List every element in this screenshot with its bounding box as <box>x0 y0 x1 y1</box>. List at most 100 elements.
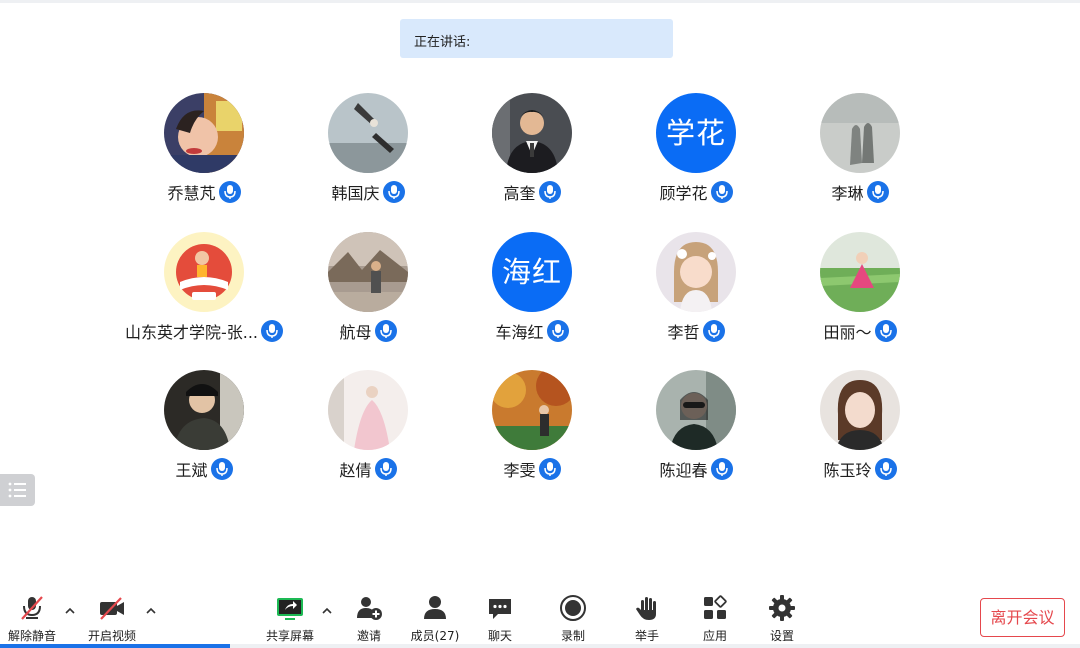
participant-tile[interactable]: 田丽～ <box>780 232 940 362</box>
mic-icon <box>702 320 725 342</box>
participant-avatar: 学花 <box>656 93 736 173</box>
record-button[interactable]: 录制 <box>541 594 605 643</box>
share-screen-label: 共享屏幕 <box>265 629 314 643</box>
participant-name-row: 陈玉玲 <box>780 457 940 481</box>
participant-name-row: 乔慧芃 <box>124 180 284 204</box>
participant-name-row: 陈迎春 <box>616 457 776 481</box>
add-user-icon <box>357 597 382 620</box>
share-screen-icon <box>277 598 303 620</box>
participant-avatar <box>164 93 244 173</box>
record-label: 录制 <box>560 629 585 643</box>
share-screen-button[interactable]: 共享屏幕 <box>258 594 322 643</box>
participant-avatar <box>656 370 736 450</box>
apps-icon <box>704 595 727 619</box>
participant-avatar <box>820 232 900 312</box>
participant-avatar <box>492 370 572 450</box>
chat-button[interactable]: 聊天 <box>468 594 532 643</box>
participant-name: 顾学花 <box>659 184 708 203</box>
members-icon <box>424 596 446 619</box>
participant-name-row: 李哲 <box>616 319 776 343</box>
participant-name: 田丽～ <box>823 323 872 342</box>
mic-icon <box>382 181 405 203</box>
video-off-icon <box>100 597 124 620</box>
participant-name: 李哲 <box>667 323 700 342</box>
participant-avatar: 海红 <box>492 232 572 312</box>
speaking-label: 正在讲话: <box>414 35 471 50</box>
mic-icon <box>210 458 233 480</box>
participant-avatar <box>820 93 900 173</box>
participant-name: 韩国庆 <box>331 184 380 203</box>
participant-name-row: 李琳 <box>780 180 940 204</box>
participant-tile[interactable]: 海红 车海红 <box>452 232 612 362</box>
participant-name-row: 航母 <box>288 319 448 343</box>
participant-tile[interactable]: 学花 顾学花 <box>616 93 776 223</box>
participant-avatar <box>328 93 408 173</box>
participant-name-row: 顾学花 <box>616 180 776 204</box>
unmute-button[interactable]: 解除静音 <box>0 594 64 643</box>
meeting-toolbar: 解除静音 开启视频 共享屏幕 邀请 成员(27) 聊天 录制 举手 应用 设置 … <box>0 590 1080 648</box>
mic-icon <box>546 320 569 342</box>
mic-icon <box>874 458 897 480</box>
settings-label: 设置 <box>769 629 794 643</box>
participant-tile[interactable]: 李雯 <box>452 370 612 500</box>
participant-name-row: 韩国庆 <box>288 180 448 204</box>
mic-icon <box>374 458 397 480</box>
top-border <box>0 0 1080 3</box>
participant-tile[interactable]: 李琳 <box>780 93 940 223</box>
record-icon <box>560 595 586 621</box>
participant-tile[interactable]: 韩国庆 <box>288 93 448 223</box>
mic-muted-icon <box>21 596 43 620</box>
participant-name-row: 李雯 <box>452 457 612 481</box>
participant-name: 陈迎春 <box>659 461 708 480</box>
participant-tile[interactable]: 赵倩 <box>288 370 448 500</box>
mic-icon <box>261 320 284 342</box>
participant-name: 高奎 <box>503 184 536 203</box>
participant-name-row: 赵倩 <box>288 457 448 481</box>
leave-meeting-button[interactable]: 离开会议 <box>980 598 1065 637</box>
participant-tile[interactable]: 乔慧芃 <box>124 93 284 223</box>
participant-name: 航母 <box>339 323 372 342</box>
progress-fill <box>0 644 231 648</box>
settings-button[interactable]: 设置 <box>750 594 814 643</box>
unmute-label: 解除静音 <box>7 629 56 643</box>
mic-icon <box>218 181 241 203</box>
participant-name-row: 王斌 <box>124 457 284 481</box>
chevron-up-icon[interactable] <box>320 604 334 618</box>
participant-avatar <box>492 93 572 173</box>
participant-tile[interactable]: 陈迎春 <box>616 370 776 500</box>
participant-tile[interactable]: 山东英才学院-张... <box>124 232 284 362</box>
participant-tile[interactable]: 陈玉玲 <box>780 370 940 500</box>
hand-icon <box>636 597 656 620</box>
participant-avatar <box>820 370 900 450</box>
participant-name: 陈玉玲 <box>823 461 872 480</box>
participant-tile[interactable]: 王斌 <box>124 370 284 500</box>
chat-label: 聊天 <box>487 629 512 643</box>
mic-icon <box>538 458 561 480</box>
side-panel-toggle[interactable] <box>0 474 35 506</box>
mic-icon <box>710 181 733 203</box>
participant-avatar <box>164 370 244 450</box>
participant-tile[interactable]: 航母 <box>288 232 448 362</box>
participant-name: 乔慧芃 <box>167 184 216 203</box>
participant-name-row: 山东英才学院-张... <box>124 319 284 343</box>
gear-icon <box>769 595 795 621</box>
list-icon <box>8 482 26 498</box>
start-video-label: 开启视频 <box>87 629 136 643</box>
raise-hand-button[interactable]: 举手 <box>615 594 679 643</box>
participant-name: 王斌 <box>175 461 208 480</box>
meeting-window: 正在讲话: 乔慧芃 韩国庆 高奎 学花 顾学花 李琳 山东英才学院-张... 航… <box>0 0 1080 648</box>
mic-icon <box>866 181 889 203</box>
invite-button[interactable]: 邀请 <box>337 594 401 643</box>
participant-tile[interactable]: 高奎 <box>452 93 612 223</box>
participant-tile[interactable]: 李哲 <box>616 232 776 362</box>
chat-icon <box>489 599 511 619</box>
participant-name-row: 田丽～ <box>780 319 940 343</box>
participant-avatar <box>164 232 244 312</box>
chevron-up-icon[interactable] <box>63 604 77 618</box>
participant-name-row: 高奎 <box>452 180 612 204</box>
apps-button[interactable]: 应用 <box>683 594 747 643</box>
chevron-up-icon[interactable] <box>144 604 158 618</box>
mic-icon <box>538 181 561 203</box>
start-video-button[interactable]: 开启视频 <box>80 594 144 643</box>
participant-name-row: 车海红 <box>452 319 612 343</box>
